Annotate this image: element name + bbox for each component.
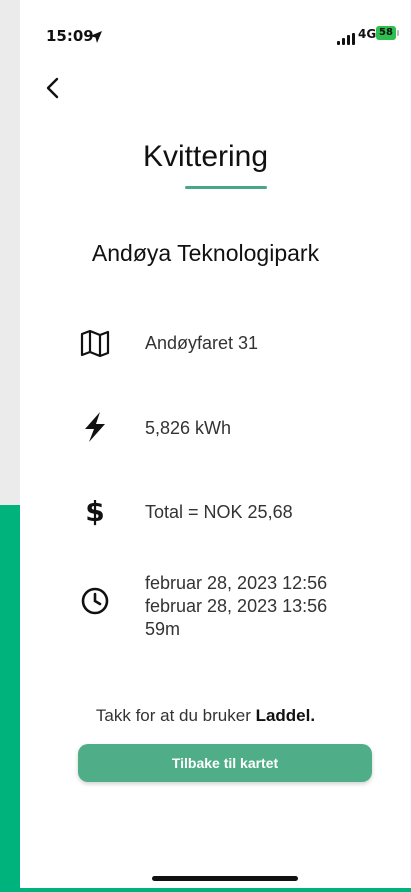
energy-text: 5,826 kWh xyxy=(145,418,232,438)
thanks-text: Takk for at du bruker Laddel. xyxy=(20,706,411,726)
title-underline xyxy=(185,186,267,189)
clock-icon xyxy=(78,584,112,618)
duration: 59m xyxy=(145,619,181,639)
lightning-icon xyxy=(78,410,112,444)
end-time: februar 28, 2023 13:56 xyxy=(145,596,328,616)
thanks-prefix: Takk for at du bruker xyxy=(95,706,256,725)
dollar-icon: $ xyxy=(78,494,112,528)
battery-icon: 58 xyxy=(376,26,402,42)
station-name: Andøya Teknologipark xyxy=(91,240,320,266)
status-time: 15:09 xyxy=(46,27,94,45)
home-indicator[interactable] xyxy=(152,876,298,881)
back-to-map-button[interactable]: Tilbake til kartet xyxy=(78,744,372,782)
total-text: Total = NOK 25,68 xyxy=(145,502,293,522)
brand-name: Laddel. xyxy=(255,706,316,725)
receipt-screen: 15:09 4G 58 Kvittering Andøya Teknologip… xyxy=(20,0,411,888)
map-icon xyxy=(78,326,112,360)
network-label: 4G xyxy=(358,27,377,41)
signal-bars-icon xyxy=(337,30,355,45)
location-arrow-icon xyxy=(89,29,103,43)
start-time: februar 28, 2023 12:56 xyxy=(145,573,328,593)
back-button[interactable] xyxy=(42,76,64,100)
svg-text:$: $ xyxy=(85,495,104,528)
chevron-left-icon xyxy=(46,77,59,99)
time-block: februar 28, 2023 12:56 februar 28, 2023 … xyxy=(145,572,327,641)
page-title: Kvittering xyxy=(142,140,269,173)
battery-level: 58 xyxy=(379,27,393,38)
address-text: Andøyfaret 31 xyxy=(145,333,259,353)
status-bar: 15:09 4G 58 xyxy=(20,0,411,60)
